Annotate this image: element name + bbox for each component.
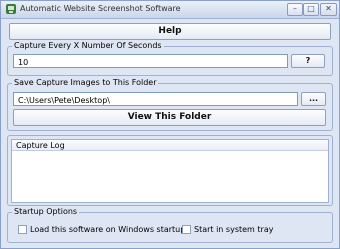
save-folder-input[interactable]: C:\Users\Pete\Desktop\ (13, 92, 298, 106)
capture-log-group: Capture Log (7, 135, 333, 206)
app-icon (6, 4, 16, 14)
close-button[interactable]: ✕ (320, 3, 337, 16)
interval-help-button[interactable]: ? (291, 54, 325, 68)
minimize-button[interactable]: – (287, 3, 303, 16)
load-on-startup-checkbox[interactable] (18, 225, 27, 234)
capture-interval-label: Capture Every X Number Of Seconds (12, 41, 164, 50)
capture-interval-input[interactable]: 10 (13, 54, 288, 68)
save-folder-group: Save Capture Images to This Folder C:\Us… (7, 78, 333, 131)
capture-log[interactable]: Capture Log (11, 139, 329, 203)
start-in-tray-checkbox[interactable] (182, 225, 191, 234)
browse-folder-button[interactable]: ... (301, 92, 326, 106)
help-button[interactable]: Help (9, 23, 331, 40)
title-bar[interactable]: Automatic Website Screenshot Software – … (1, 1, 339, 19)
startup-options-label: Startup Options (12, 207, 80, 216)
capture-log-header: Capture Log (12, 140, 328, 151)
start-in-tray-label[interactable]: Start in system tray (194, 225, 273, 234)
view-folder-button[interactable]: View This Folder (13, 109, 326, 126)
capture-interval-group: Capture Every X Number Of Seconds 10 ? (7, 41, 333, 76)
startup-options-group: Startup Options Load this software on Wi… (7, 207, 333, 243)
save-folder-label: Save Capture Images to This Folder (12, 78, 159, 87)
app-window: Automatic Website Screenshot Software – … (0, 0, 340, 249)
maximize-button[interactable]: □ (303, 3, 319, 16)
window-title: Automatic Website Screenshot Software (20, 4, 181, 13)
load-on-startup-label[interactable]: Load this software on Windows startup (30, 225, 185, 234)
